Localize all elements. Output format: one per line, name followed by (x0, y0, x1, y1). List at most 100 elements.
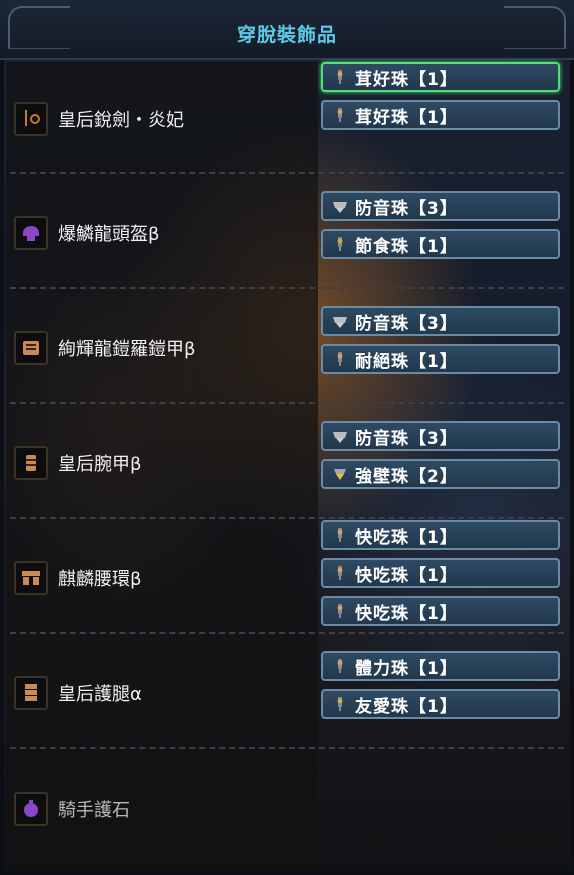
chest-armor-icon (14, 331, 48, 365)
decoration-name: 體力珠 (355, 658, 409, 679)
leg-armor-icon (14, 676, 48, 710)
decoration-slot[interactable]: 強壁珠【2】 (321, 459, 560, 489)
decoration-label: 防音珠【3】 (355, 309, 458, 334)
equipment-name: 皇后護腿α (58, 684, 142, 705)
decoration-label: 防音珠【3】 (355, 424, 458, 449)
decoration-lv3-icon (329, 425, 351, 447)
bracket-close: 】 (439, 565, 458, 586)
decoration-name: 防音珠 (355, 313, 409, 334)
bracket-open: 【 (409, 351, 427, 372)
bracket-close: 】 (439, 428, 458, 449)
bracket-open: 【 (409, 658, 427, 679)
decoration-lv3-icon (329, 195, 351, 217)
decoration-name: 耐絕珠 (355, 351, 409, 372)
equipment-row: 絢輝龍鎧羅鎧甲β 防音珠【3】 耐絕珠【1】 (0, 290, 574, 405)
bracket-open: 【 (409, 236, 427, 257)
equipment-item[interactable]: 皇后銳劍・炎妃 (14, 102, 184, 136)
decoration-level: 1 (427, 696, 440, 717)
decoration-slot[interactable]: 節食珠【1】 (321, 229, 560, 259)
decoration-name: 茸好珠 (355, 107, 409, 128)
equipment-row: 皇后銳劍・炎妃 茸好珠【1】 茸好珠【1】 (0, 62, 574, 175)
equipment-row: 騎手護石 (0, 750, 574, 868)
equipment-item[interactable]: 絢輝龍鎧羅鎧甲β (14, 331, 196, 365)
bracket-close: 】 (439, 603, 458, 624)
decoration-slot[interactable]: 茸好珠【1】 (321, 100, 560, 130)
bracket-close: 】 (439, 69, 458, 90)
bracket-close: 】 (439, 696, 458, 717)
decoration-slot[interactable]: 防音珠【3】 (321, 306, 560, 336)
row-divider (10, 517, 564, 519)
equipment-name: 皇后腕甲β (58, 454, 142, 475)
page-title: 穿脫裝飾品 (236, 24, 337, 46)
decoration-name: 防音珠 (355, 428, 409, 449)
decoration-level: 3 (427, 428, 440, 449)
decoration-slot[interactable]: 耐絕珠【1】 (321, 344, 560, 374)
decoration-label: 節食珠【1】 (355, 232, 458, 257)
bracket-open: 【 (409, 466, 427, 487)
equipment-item[interactable]: 騎手護石 (14, 792, 130, 826)
decoration-label: 快吃珠【1】 (355, 599, 458, 624)
decoration-label: 快吃珠【1】 (355, 561, 458, 586)
bracket-open: 【 (409, 428, 427, 449)
charm-icon (14, 792, 48, 826)
decoration-lv1-icon (329, 655, 351, 677)
decoration-level: 1 (427, 351, 440, 372)
decoration-lv1-icon (329, 104, 351, 126)
bracket-close: 】 (439, 313, 458, 334)
decoration-lv3-icon (329, 310, 351, 332)
decoration-name: 友愛珠 (355, 696, 409, 717)
equipment-name: 騎手護石 (58, 800, 130, 821)
bracket-open: 【 (409, 69, 427, 90)
equipment-item[interactable]: 皇后護腿α (14, 676, 142, 710)
decoration-slot[interactable]: 快吃珠【1】 (321, 520, 560, 550)
bracket-close: 】 (439, 236, 458, 257)
equipment-row: 皇后腕甲β 防音珠【3】 強壁珠【2】 (0, 405, 574, 520)
weapon-sword-icon (14, 102, 48, 136)
bracket-open: 【 (409, 107, 427, 128)
decoration-level: 1 (427, 69, 440, 90)
equipment-name: 麒麟腰環β (58, 569, 142, 590)
decoration-lv1-icon (329, 562, 351, 584)
equipment-item[interactable]: 爆鱗龍頭盔β (14, 216, 160, 250)
bracket-close: 】 (439, 466, 458, 487)
helmet-icon (14, 216, 48, 250)
decoration-label: 防音珠【3】 (355, 194, 458, 219)
decoration-level: 1 (427, 658, 440, 679)
decoration-label: 耐絕珠【1】 (355, 347, 458, 372)
decoration-lv1-icon (329, 66, 351, 88)
bracket-close: 】 (439, 351, 458, 372)
decoration-level: 1 (427, 603, 440, 624)
decoration-level: 3 (427, 313, 440, 334)
decoration-level: 1 (427, 527, 440, 548)
decoration-lv1-icon (329, 233, 351, 255)
decoration-slot[interactable]: 茸好珠【1】 (321, 62, 560, 92)
bracket-open: 【 (409, 313, 427, 334)
decoration-label: 強壁珠【2】 (355, 462, 458, 487)
equipment-row: 麒麟腰環β 快吃珠【1】 快吃珠【1】 快吃珠【1】 (0, 520, 574, 635)
row-divider (10, 172, 564, 174)
bracket-open: 【 (409, 565, 427, 586)
decoration-label: 體力珠【1】 (355, 654, 458, 679)
decoration-lv1-icon (329, 693, 351, 715)
bracket-close: 】 (439, 198, 458, 219)
row-divider (10, 632, 564, 634)
equipment-row: 爆鱗龍頭盔β 防音珠【3】 節食珠【1】 (0, 175, 574, 290)
bracket-open: 【 (409, 696, 427, 717)
arm-armor-icon (14, 446, 48, 480)
decoration-slot[interactable]: 友愛珠【1】 (321, 689, 560, 719)
decoration-slot[interactable]: 體力珠【1】 (321, 651, 560, 681)
decoration-label: 茸好珠【1】 (355, 65, 458, 90)
decoration-slot[interactable]: 快吃珠【1】 (321, 558, 560, 588)
equipment-name: 爆鱗龍頭盔β (58, 224, 160, 245)
bracket-open: 【 (409, 198, 427, 219)
decoration-label: 友愛珠【1】 (355, 692, 458, 717)
decoration-lv1-icon (329, 524, 351, 546)
equipment-item[interactable]: 麒麟腰環β (14, 561, 142, 595)
decoration-name: 茸好珠 (355, 69, 409, 90)
decoration-slot[interactable]: 防音珠【3】 (321, 191, 560, 221)
equipment-item[interactable]: 皇后腕甲β (14, 446, 142, 480)
decoration-slot[interactable]: 快吃珠【1】 (321, 596, 560, 626)
decoration-name: 快吃珠 (355, 527, 409, 548)
decoration-name: 防音珠 (355, 198, 409, 219)
decoration-slot[interactable]: 防音珠【3】 (321, 421, 560, 451)
